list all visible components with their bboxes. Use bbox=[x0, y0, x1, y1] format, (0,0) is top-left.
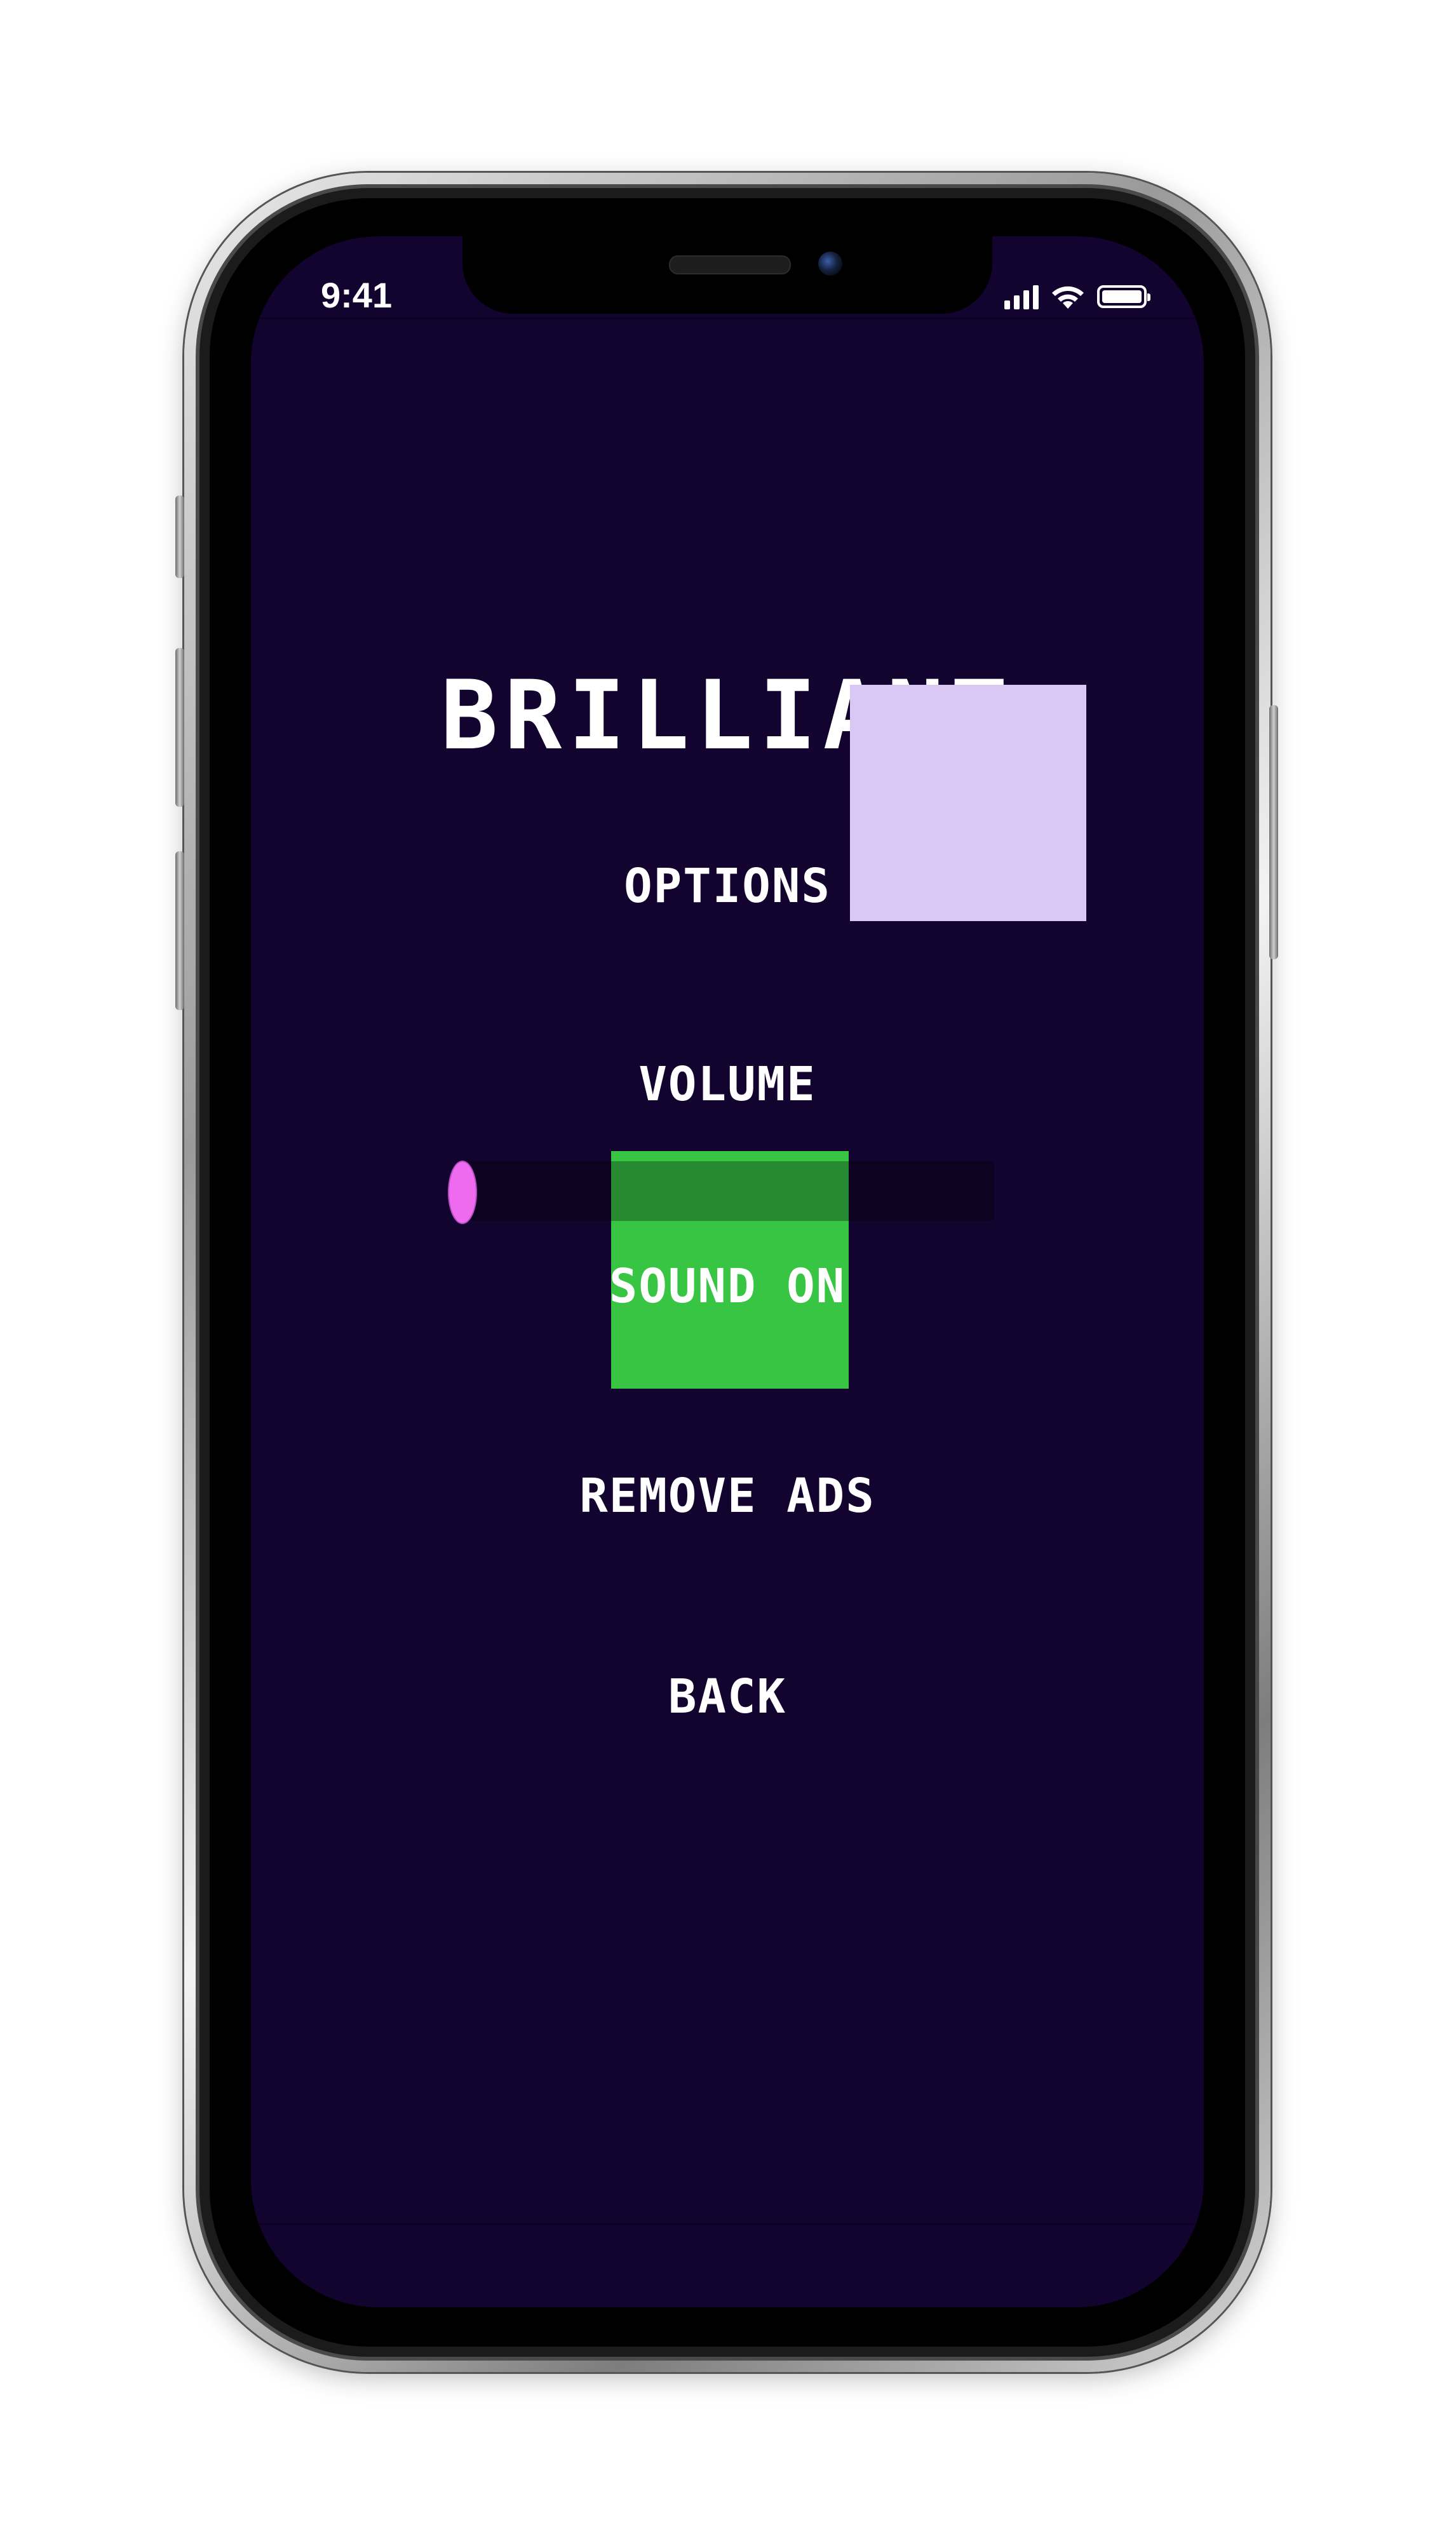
screen: 9:41 BRILLIANT OPTIONS VOLUME SOUND ON R… bbox=[251, 236, 1204, 2307]
notch bbox=[462, 236, 992, 314]
volume-slider-knob[interactable] bbox=[448, 1161, 477, 1224]
front-camera bbox=[818, 252, 842, 276]
sound-toggle-label[interactable]: SOUND ON bbox=[251, 1259, 1204, 1314]
options-heading: OPTIONS bbox=[624, 859, 831, 913]
power-button bbox=[1269, 705, 1278, 959]
sound-toggle-overlap bbox=[611, 1161, 849, 1221]
status-time: 9:41 bbox=[321, 275, 393, 315]
top-divider bbox=[251, 318, 1204, 319]
volume-label: VOLUME bbox=[638, 1057, 816, 1112]
remove-ads-button[interactable]: REMOVE ADS bbox=[251, 1469, 1204, 1523]
battery-icon bbox=[1097, 285, 1150, 308]
back-button[interactable]: BACK bbox=[251, 1669, 1204, 1724]
volume-up-button bbox=[175, 648, 184, 807]
mute-switch bbox=[175, 495, 184, 578]
cellular-signal-icon bbox=[1004, 284, 1039, 309]
wifi-icon bbox=[1052, 286, 1084, 309]
speaker-grille bbox=[669, 255, 791, 274]
status-icons bbox=[1004, 281, 1150, 313]
volume-down-button bbox=[175, 851, 184, 1010]
bottom-divider bbox=[251, 2223, 1204, 2225]
